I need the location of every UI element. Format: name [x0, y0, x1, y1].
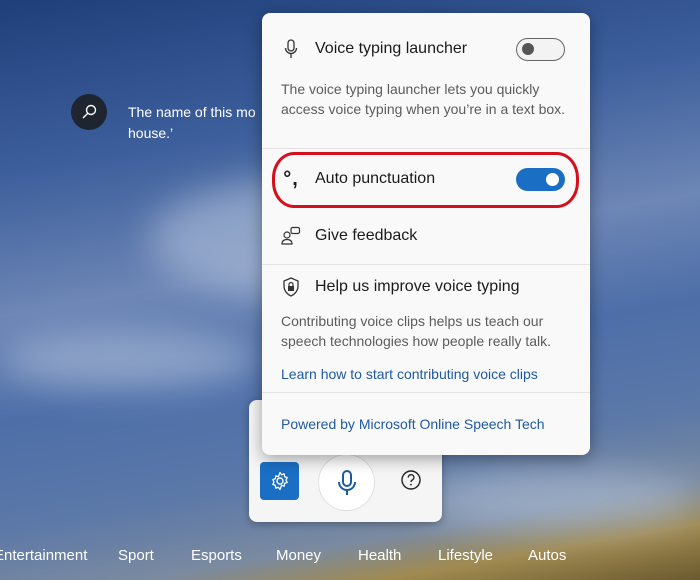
microphone-button[interactable] [318, 454, 375, 511]
nav-entertainment[interactable]: Entertainment [0, 547, 87, 564]
feedback-icon [280, 226, 302, 246]
text-line: house.’ [128, 125, 174, 141]
improve-label: Help us improve voice typing [315, 278, 520, 295]
powered-by-link[interactable]: Powered by Microsoft Online Speech Tech [281, 416, 545, 432]
microphone-icon [337, 469, 356, 495]
improve-description: Contributing voice clips helps us teach … [281, 313, 552, 349]
nav-health[interactable]: Health [358, 547, 401, 564]
contribute-voice-clips-link[interactable]: Learn how to start contributing voice cl… [281, 366, 538, 382]
search-icon [82, 104, 97, 119]
give-feedback-button[interactable]: Give feedback [262, 222, 590, 250]
voice-typing-settings-panel: Voice typing launcher The voice typing l… [262, 13, 590, 455]
microphone-icon [280, 39, 302, 59]
give-feedback-label: Give feedback [315, 227, 418, 244]
improve-row: Help us improve voice typing [262, 273, 590, 301]
search-button[interactable] [71, 94, 107, 130]
gear-icon [271, 471, 288, 491]
divider [262, 392, 590, 393]
help-icon [401, 470, 421, 490]
launcher-description: The voice typing launcher lets you quick… [281, 81, 566, 117]
settings-button[interactable] [260, 462, 299, 500]
launcher-row: Voice typing launcher [262, 35, 590, 63]
nav-money[interactable]: Money [276, 547, 321, 564]
nav-sport[interactable]: Sport [118, 547, 154, 564]
launcher-toggle[interactable] [516, 37, 565, 61]
divider [262, 264, 590, 265]
divider [262, 148, 590, 149]
search-result-text: The name of this mo house.’ [128, 102, 262, 144]
text-line: The name of this mo [128, 104, 256, 120]
launcher-label: Voice typing launcher [315, 40, 468, 57]
nav-autos[interactable]: Autos [528, 547, 566, 564]
nav-lifestyle[interactable]: Lifestyle [438, 547, 493, 564]
help-button[interactable] [399, 468, 423, 492]
highlight-annotation [272, 152, 579, 208]
shield-lock-icon [280, 277, 302, 297]
nav-esports[interactable]: Esports [191, 547, 242, 564]
